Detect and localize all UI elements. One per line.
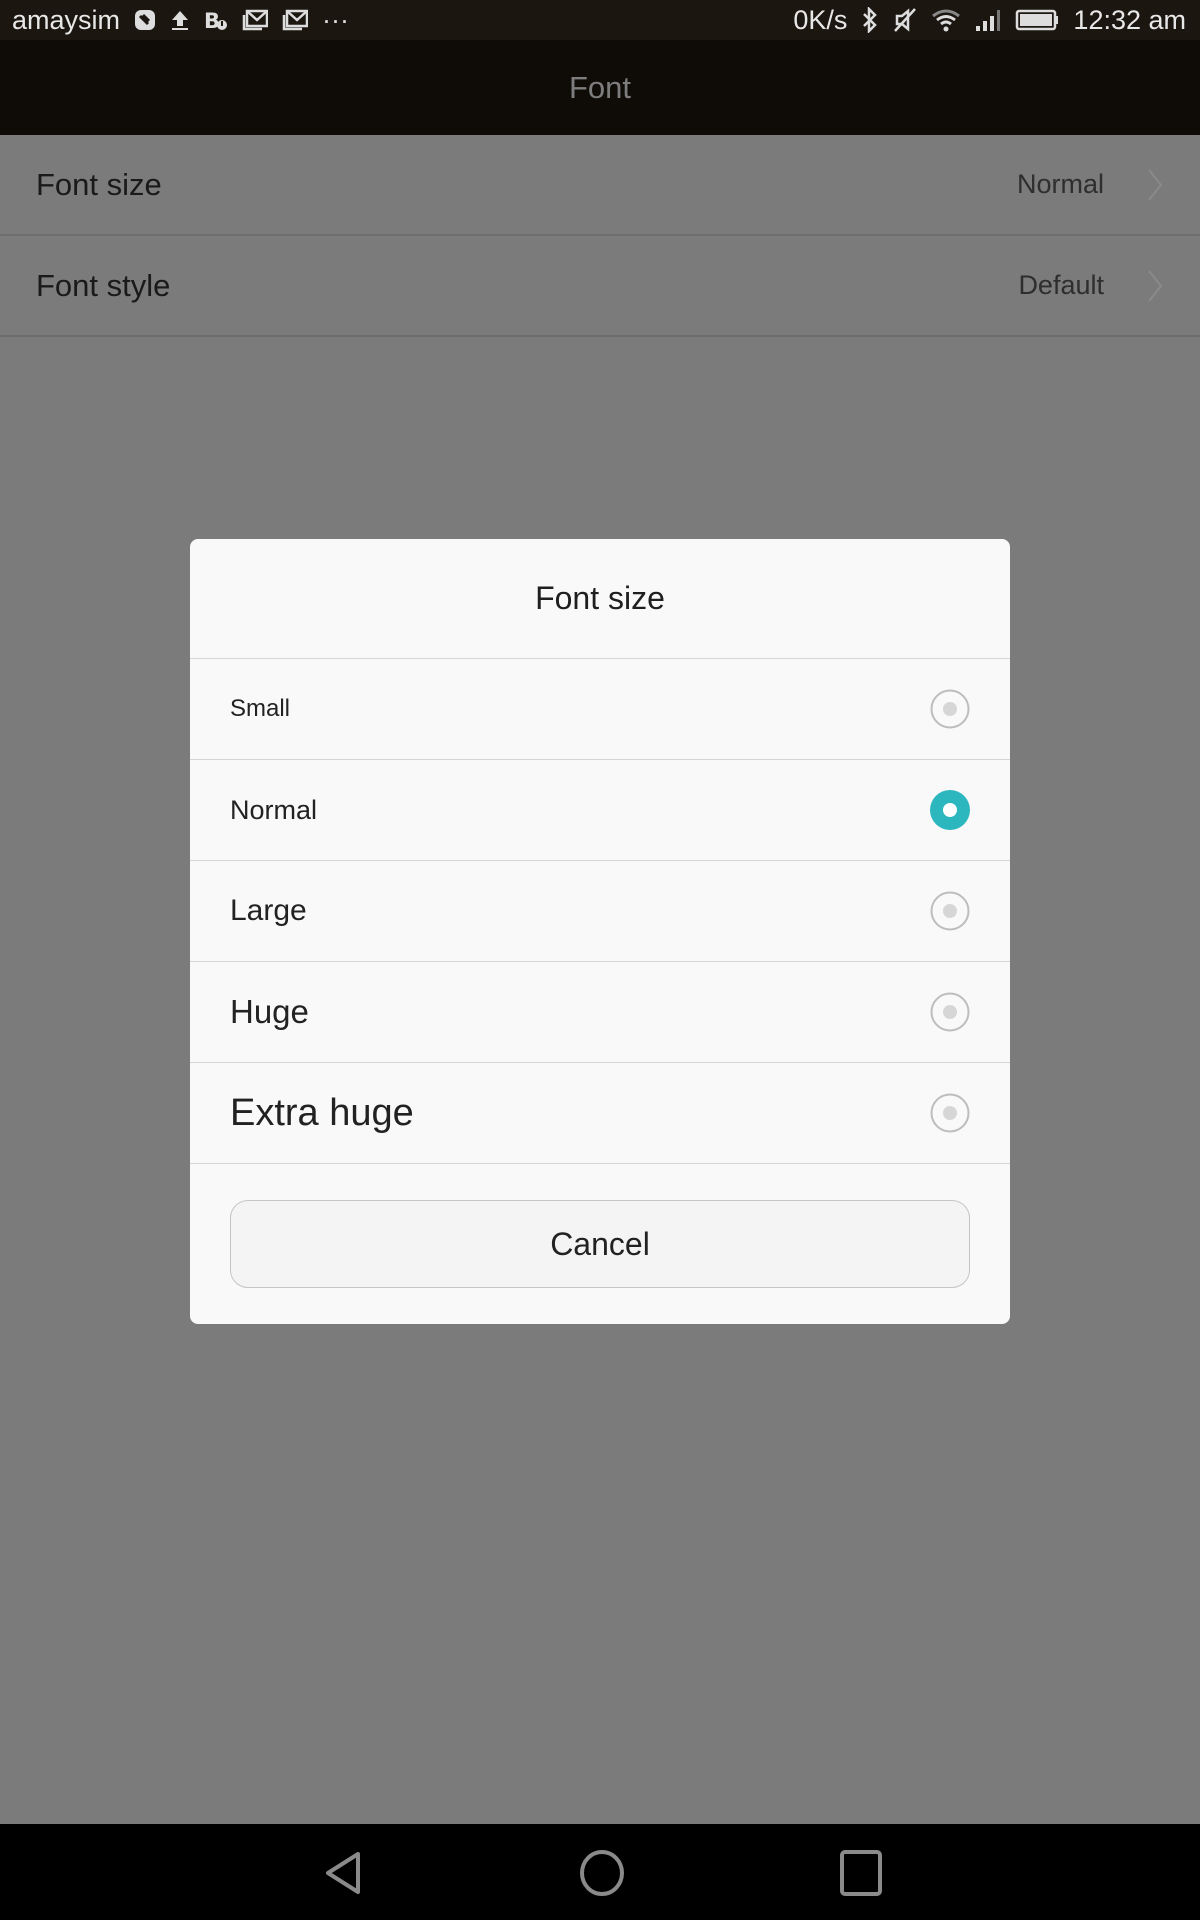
settings-item-value: Normal bbox=[1016, 169, 1104, 199]
settings-item-font-style[interactable]: Font style Default bbox=[0, 236, 1200, 337]
settings-list: Font size Normal Font style Default bbox=[0, 135, 1200, 337]
clock: 12:32 am bbox=[1073, 4, 1186, 35]
font-size-option-normal[interactable]: Normal bbox=[190, 760, 1010, 861]
battery-icon bbox=[1015, 8, 1059, 32]
svg-text:B: B bbox=[204, 9, 220, 31]
back-icon[interactable] bbox=[320, 1848, 370, 1898]
settings-item-font-size[interactable]: Font size Normal bbox=[0, 135, 1200, 236]
font-size-option-huge[interactable]: Huge bbox=[190, 962, 1010, 1063]
sync-icon bbox=[134, 9, 156, 31]
mute-icon bbox=[893, 7, 917, 33]
settings-item-label: Font style bbox=[36, 267, 171, 303]
radio-unchecked-icon[interactable] bbox=[930, 992, 970, 1032]
radio-unchecked-icon[interactable] bbox=[930, 1093, 970, 1133]
option-label: Extra huge bbox=[230, 1091, 414, 1134]
carrier-name: amaysim bbox=[12, 4, 121, 35]
font-size-option-extra-huge[interactable]: Extra huge bbox=[190, 1063, 1010, 1164]
app-title-bar: Font bbox=[0, 40, 1200, 135]
home-icon[interactable] bbox=[577, 1848, 627, 1898]
bluetooth-icon bbox=[861, 7, 879, 33]
option-label: Normal bbox=[230, 794, 318, 825]
notification-b-icon: B bbox=[204, 9, 228, 31]
option-label: Huge bbox=[230, 993, 309, 1030]
recents-icon[interactable] bbox=[836, 1848, 886, 1898]
dialog-title: Font size bbox=[190, 539, 1010, 659]
mail-icon bbox=[242, 9, 269, 31]
radio-unchecked-icon[interactable] bbox=[930, 689, 970, 729]
mail-icon bbox=[282, 9, 309, 31]
settings-item-label: Font size bbox=[36, 166, 162, 202]
cancel-button[interactable]: Cancel bbox=[230, 1200, 970, 1288]
upload-icon bbox=[170, 9, 190, 31]
navigation-bar bbox=[0, 1824, 1200, 1920]
signal-icon bbox=[975, 8, 1001, 32]
wifi-icon bbox=[931, 8, 961, 32]
font-size-option-small[interactable]: Small bbox=[190, 659, 1010, 760]
font-size-option-large[interactable]: Large bbox=[190, 861, 1010, 962]
option-label: Small bbox=[230, 695, 291, 722]
chevron-right-icon bbox=[1148, 168, 1163, 201]
settings-item-value: Default bbox=[1018, 270, 1104, 300]
font-size-dialog: Font size Small Normal Large Huge Extra huge… bbox=[190, 539, 1010, 1324]
network-speed: 0K/s bbox=[793, 4, 848, 35]
radio-unchecked-icon[interactable] bbox=[930, 891, 970, 931]
page-title: Font bbox=[568, 69, 632, 105]
more-icon: ··· bbox=[322, 4, 349, 35]
radio-checked-icon[interactable] bbox=[930, 790, 970, 830]
option-label: Large bbox=[230, 894, 307, 927]
chevron-right-icon bbox=[1148, 269, 1163, 302]
status-bar: amaysim B ··· 0K/s 12:32 am bbox=[0, 0, 1200, 40]
